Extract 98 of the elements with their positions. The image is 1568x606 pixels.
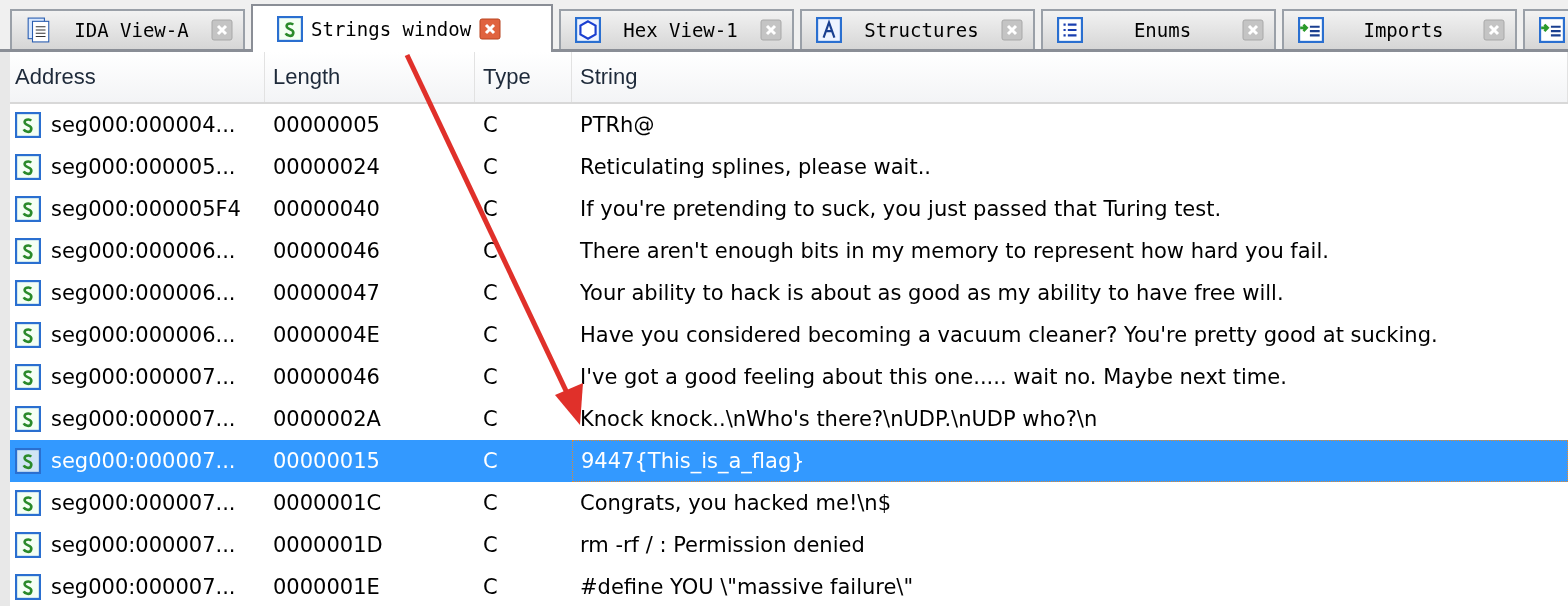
table-cell: C bbox=[483, 365, 498, 389]
string-icon bbox=[15, 490, 41, 516]
string-icon bbox=[15, 112, 41, 138]
table-cell: rm -rf / : Permission denied bbox=[580, 533, 865, 557]
table-row[interactable]: seg000:000005F4 00000040 C If you're pretending to suck, you just passed that Turing test. bbox=[10, 188, 1568, 230]
close-icon[interactable] bbox=[760, 19, 782, 41]
string-icon bbox=[15, 364, 41, 390]
column-header[interactable]: Length bbox=[265, 52, 475, 102]
close-icon[interactable] bbox=[479, 18, 502, 40]
table-cell: C bbox=[483, 449, 498, 473]
table-cell: seg000:000007... bbox=[51, 533, 236, 557]
table-cell: seg000:000006... bbox=[51, 239, 236, 263]
table-cell: seg000:000007... bbox=[51, 575, 236, 599]
table-row[interactable]: seg000:000004... 00000005 C PTRh@ bbox=[10, 104, 1568, 146]
table-cell: 0000002A bbox=[273, 407, 381, 431]
table-cell: 00000040 bbox=[273, 197, 380, 221]
table-cell: C bbox=[483, 407, 498, 431]
table-cell: If you're pretending to suck, you just passed that Turing test. bbox=[580, 197, 1222, 221]
table-cell: #define YOU \"massive failure\" bbox=[580, 575, 914, 599]
table-cell: C bbox=[483, 533, 498, 557]
table-cell: C bbox=[483, 575, 498, 599]
string-icon bbox=[15, 280, 41, 306]
table-cell: 00000024 bbox=[273, 155, 380, 179]
tab-label: Enums bbox=[1132, 19, 1193, 41]
tab[interactable]: Hex View-1 bbox=[559, 9, 794, 49]
tab[interactable]: IDA View-A bbox=[10, 9, 245, 49]
column-header[interactable]: Type bbox=[475, 52, 572, 102]
close-icon[interactable] bbox=[1483, 19, 1505, 41]
table-cell: Congrats, you hacked me!\n$ bbox=[580, 491, 892, 515]
string-icon bbox=[15, 322, 41, 348]
tab-label: Imports bbox=[1362, 19, 1445, 41]
tab[interactable] bbox=[1523, 9, 1568, 49]
table-cell: C bbox=[483, 281, 498, 305]
tab-label: IDA View-A bbox=[73, 19, 190, 41]
table-cell: 0000001D bbox=[273, 533, 383, 557]
tab[interactable]: Structures bbox=[800, 9, 1035, 49]
table-cell: seg000:000005... bbox=[51, 155, 236, 179]
column-header[interactable]: String bbox=[572, 52, 1568, 102]
tab-label: Strings window bbox=[311, 18, 472, 40]
table-row[interactable]: seg000:000005... 00000024 C Reticulating splines, please wait.. bbox=[10, 146, 1568, 188]
string-icon bbox=[15, 238, 41, 264]
table-cell: seg000:000007... bbox=[51, 449, 236, 473]
table-cell: 00000046 bbox=[273, 365, 380, 389]
structure-icon bbox=[816, 17, 842, 43]
tab[interactable]: Imports bbox=[1282, 9, 1517, 49]
table-cell: C bbox=[483, 197, 498, 221]
table-cell: PTRh@ bbox=[580, 113, 655, 137]
table-cell: Reticulating splines, please wait.. bbox=[580, 155, 931, 179]
table-cell: 9447{This_is_a_flag} bbox=[581, 449, 805, 473]
string-icon bbox=[15, 406, 41, 432]
table-cell: 00000015 bbox=[273, 449, 380, 473]
close-icon[interactable] bbox=[211, 19, 233, 41]
table-cell: C bbox=[483, 155, 498, 179]
table-cell: Your ability to hack is about as good as my ability to have free will. bbox=[580, 281, 1284, 305]
table-row[interactable]: seg000:000007... 0000001C C Congrats, you hacked me!\n$ bbox=[10, 482, 1568, 524]
table-cell: 0000001E bbox=[273, 575, 380, 599]
table-cell: 00000005 bbox=[273, 113, 380, 137]
column-header[interactable]: Address bbox=[10, 52, 265, 102]
table-cell: 0000004E bbox=[273, 323, 380, 347]
table-cell: seg000:000006... bbox=[51, 281, 236, 305]
export-icon bbox=[1539, 17, 1565, 43]
table-row[interactable]: seg000:000006... 0000004E C Have you considered becoming a vacuum cleaner? You're pretty good at sucking. bbox=[10, 314, 1568, 356]
tab-label: Hex View-1 bbox=[622, 19, 739, 41]
table-cell: C bbox=[483, 113, 498, 137]
table-cell: I've got a good feeling about this one..... wait no. Maybe next time. bbox=[580, 365, 1287, 389]
table-row[interactable]: seg000:000007... 0000001D C rm -rf / : Permission denied bbox=[10, 524, 1568, 566]
table-row[interactable]: seg000:000007... 00000046 C I've got a good feeling about this one..... wait no. Maybe next time. bbox=[10, 356, 1568, 398]
string-icon bbox=[277, 16, 303, 42]
table-cell: seg000:000007... bbox=[51, 491, 236, 515]
table-cell: 00000047 bbox=[273, 281, 380, 305]
table-cell: Have you considered becoming a vacuum cleaner? You're pretty good at sucking. bbox=[580, 323, 1438, 347]
table-cell: seg000:000006... bbox=[51, 323, 236, 347]
table-cell: 00000046 bbox=[273, 239, 380, 263]
import-icon bbox=[1298, 17, 1324, 43]
table-cell: C bbox=[483, 491, 498, 515]
string-icon bbox=[15, 574, 41, 600]
document-icon bbox=[26, 17, 52, 43]
table-cell: C bbox=[483, 323, 498, 347]
close-icon[interactable] bbox=[1242, 19, 1264, 41]
table-cell: seg000:000004... bbox=[51, 113, 236, 137]
table-cell: There aren't enough bits in my memory to represent how hard you fail. bbox=[580, 239, 1329, 263]
table-row[interactable]: seg000:000006... 00000047 C Your ability to hack is about as good as my ability to have free will. bbox=[10, 272, 1568, 314]
table-cell: Knock knock..\nWho's there?\nUDP.\nUDP who?\n bbox=[580, 407, 1098, 431]
table-cell: 0000001C bbox=[273, 491, 382, 515]
string-icon bbox=[15, 532, 41, 558]
tab-label: Structures bbox=[863, 19, 980, 41]
table-cell: seg000:000007... bbox=[51, 407, 236, 431]
table-cell: seg000:000007... bbox=[51, 365, 236, 389]
list-icon bbox=[1057, 17, 1083, 43]
table-row[interactable]: seg000:000007... 0000001E C #define YOU \"massive failure\" bbox=[10, 566, 1568, 606]
close-icon[interactable] bbox=[1001, 19, 1023, 41]
string-icon bbox=[15, 154, 41, 180]
tab[interactable]: Strings window bbox=[251, 4, 553, 52]
string-icon bbox=[15, 448, 41, 474]
tab[interactable]: Enums bbox=[1041, 9, 1276, 49]
string-icon bbox=[15, 196, 41, 222]
table-row[interactable]: seg000:000007... 0000002A C Knock knock..\nWho's there?\nUDP.\nUDP who?\n bbox=[10, 398, 1568, 440]
table-cell: seg000:000005F4 bbox=[51, 197, 241, 221]
